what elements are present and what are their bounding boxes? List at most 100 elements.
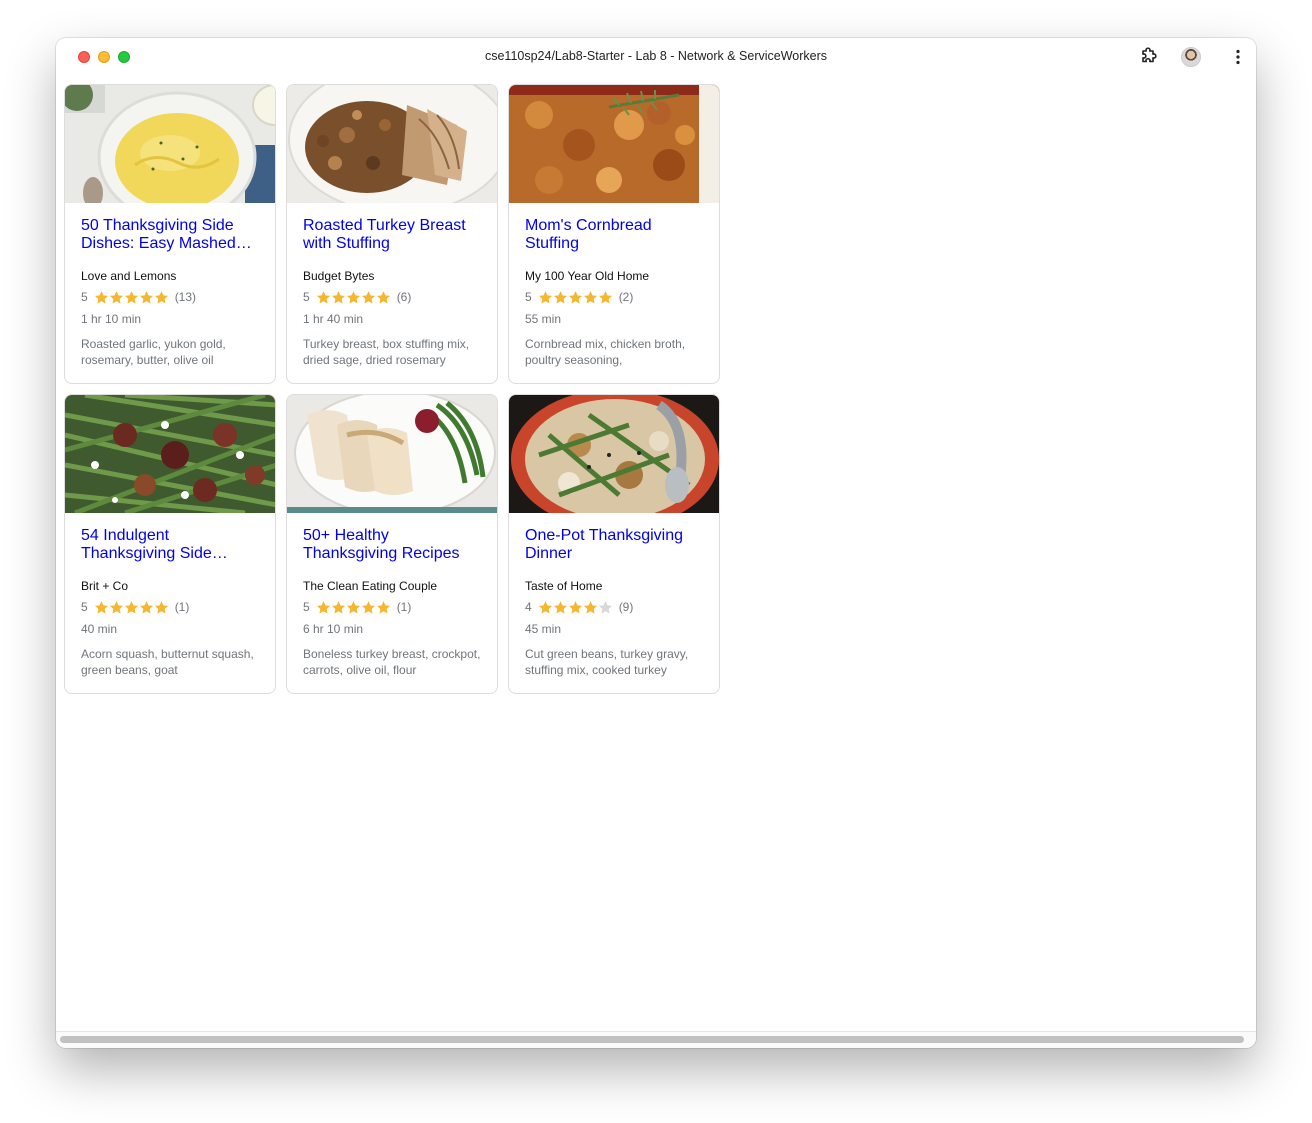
recipe-card[interactable]: Roasted Turkey Breast with Stuffing Budg… [286, 84, 498, 384]
recipe-org: Love and Lemons [81, 269, 177, 283]
recipe-title[interactable]: One-Pot Thanksgiving Dinner [525, 527, 703, 563]
review-count: (1) [396, 600, 412, 614]
recipe-ingredients: Acorn squash, butternut squash, green be… [81, 647, 254, 677]
star-rating [94, 290, 169, 305]
star-filled-icon [331, 600, 345, 613]
recipe-title[interactable]: 54 Indulgent Thanksgiving Side Dishes [81, 527, 259, 563]
recipe-title[interactable]: Roasted Turkey Breast with Stuffing [303, 217, 481, 253]
star-filled-icon [154, 600, 168, 613]
rating-value: 5 [303, 600, 310, 614]
recipe-org: My 100 Year Old Home [525, 269, 650, 283]
star-filled-icon [154, 290, 168, 303]
recipe-card[interactable]: 54 Indulgent Thanksgiving Side Dishes Br… [64, 394, 276, 694]
star-filled-icon [553, 600, 567, 613]
star-filled-icon [109, 290, 123, 303]
rating-value: 4 [525, 600, 532, 614]
star-filled-icon [361, 600, 375, 613]
star-filled-icon [583, 290, 597, 303]
rating-value: 5 [81, 290, 88, 304]
star-filled-icon [538, 290, 552, 303]
review-count: (6) [396, 290, 412, 304]
recipe-time: 45 min [525, 622, 562, 636]
recipe-org: Taste of Home [525, 579, 603, 593]
review-count: (13) [174, 290, 197, 304]
review-count: (2) [618, 290, 634, 304]
recipe-ingredients: Boneless turkey breast, crockpot, carrot… [303, 647, 481, 677]
recipe-ingredients: Cornbread mix, chicken broth, poultry se… [525, 337, 686, 367]
star-filled-icon [331, 290, 345, 303]
recipe-card[interactable]: Mom's Cornbread Stuffing My 100 Year Old… [508, 84, 720, 384]
recipe-time: 40 min [81, 622, 118, 636]
rating-value: 5 [303, 290, 310, 304]
recipe-image-turkey-plate[interactable] [287, 395, 497, 513]
recipe-org: Brit + Co [81, 579, 129, 593]
star-filled-icon [124, 600, 138, 613]
star-filled-icon [94, 600, 108, 613]
star-filled-icon [538, 600, 552, 613]
window-title: cse110sp24/Lab8-Starter - Lab 8 - Networ… [484, 49, 828, 63]
recipe-title[interactable]: Mom's Cornbread Stuffing [525, 217, 703, 253]
recipe-title[interactable]: 50+ Healthy Thanksgiving Recipes [303, 527, 481, 563]
horizontal-scrollbar[interactable] [56, 1031, 1256, 1048]
recipe-card[interactable]: 50+ Healthy Thanksgiving Recipes The Cle… [286, 394, 498, 694]
star-filled-icon [568, 600, 582, 613]
star-filled-icon [376, 290, 390, 303]
star-filled-icon [568, 290, 582, 303]
recipe-ingredients: Turkey breast, box stuffing mix, dried s… [303, 337, 470, 367]
recipe-image-turkey-stuffing[interactable] [287, 85, 497, 203]
recipe-rating: 5 (13) [81, 290, 259, 304]
star-rating [538, 290, 613, 305]
review-count: (1) [174, 600, 190, 614]
recipe-time: 6 hr 10 min [303, 622, 364, 636]
recipe-image-green-beans-pecans[interactable] [65, 395, 275, 513]
star-filled-icon [124, 290, 138, 303]
recipe-org: The Clean Eating Couple [303, 579, 438, 593]
star-filled-icon [376, 600, 390, 613]
star-filled-icon [316, 600, 330, 613]
recipe-image-one-pot-dinner[interactable] [509, 395, 719, 513]
page-content: 50 Thanksgiving Side Dishes: Easy Mashed… [56, 76, 1256, 1032]
recipe-org: Budget Bytes [303, 269, 375, 283]
star-rating [316, 290, 391, 305]
star-rating [538, 600, 613, 615]
recipe-card[interactable]: One-Pot Thanksgiving Dinner Taste of Hom… [508, 394, 720, 694]
star-filled-icon [553, 290, 567, 303]
recipe-image-cornbread-stuffing[interactable] [509, 85, 719, 203]
star-rating [94, 600, 169, 615]
recipe-rating: 5 (1) [303, 600, 481, 614]
star-filled-icon [346, 600, 360, 613]
title-bar: cse110sp24/Lab8-Starter - Lab 8 - Networ… [56, 38, 1256, 76]
star-filled-icon [361, 290, 375, 303]
recipe-ingredients: Cut green beans, turkey gravy, stuffing … [525, 647, 689, 677]
star-filled-icon [109, 600, 123, 613]
recipe-card[interactable]: 50 Thanksgiving Side Dishes: Easy Mashed… [64, 84, 276, 384]
star-filled-icon [346, 290, 360, 303]
recipe-grid: 50 Thanksgiving Side Dishes: Easy Mashed… [64, 84, 720, 694]
star-filled-icon [316, 290, 330, 303]
scrollbar-thumb[interactable] [60, 1036, 1244, 1043]
browser-window: cse110sp24/Lab8-Starter - Lab 8 - Networ… [56, 38, 1256, 1048]
star-filled-icon [139, 600, 153, 613]
star-filled-icon [598, 290, 612, 303]
star-filled-icon [139, 290, 153, 303]
recipe-time: 1 hr 40 min [303, 312, 364, 326]
star-filled-icon [94, 290, 108, 303]
star-rating [316, 600, 391, 615]
kebab-menu-icon[interactable] [1228, 47, 1248, 67]
puzzle-icon[interactable] [1138, 47, 1158, 67]
avatar[interactable] [1181, 47, 1201, 67]
star-empty-icon [598, 600, 612, 613]
recipe-rating: 5 (1) [81, 600, 259, 614]
recipe-time: 55 min [525, 312, 562, 326]
recipe-rating: 4 (9) [525, 600, 703, 614]
recipe-title[interactable]: 50 Thanksgiving Side Dishes: Easy Mashed… [81, 217, 259, 253]
recipe-ingredients: Roasted garlic, yukon gold, rosemary, bu… [81, 337, 226, 367]
recipe-time: 1 hr 10 min [81, 312, 142, 326]
rating-value: 5 [525, 290, 532, 304]
review-count: (9) [618, 600, 634, 614]
rating-value: 5 [81, 600, 88, 614]
recipe-rating: 5 (6) [303, 290, 481, 304]
recipe-rating: 5 (2) [525, 290, 703, 304]
star-filled-icon [583, 600, 597, 613]
recipe-image-mashed-potatoes[interactable] [65, 85, 275, 203]
